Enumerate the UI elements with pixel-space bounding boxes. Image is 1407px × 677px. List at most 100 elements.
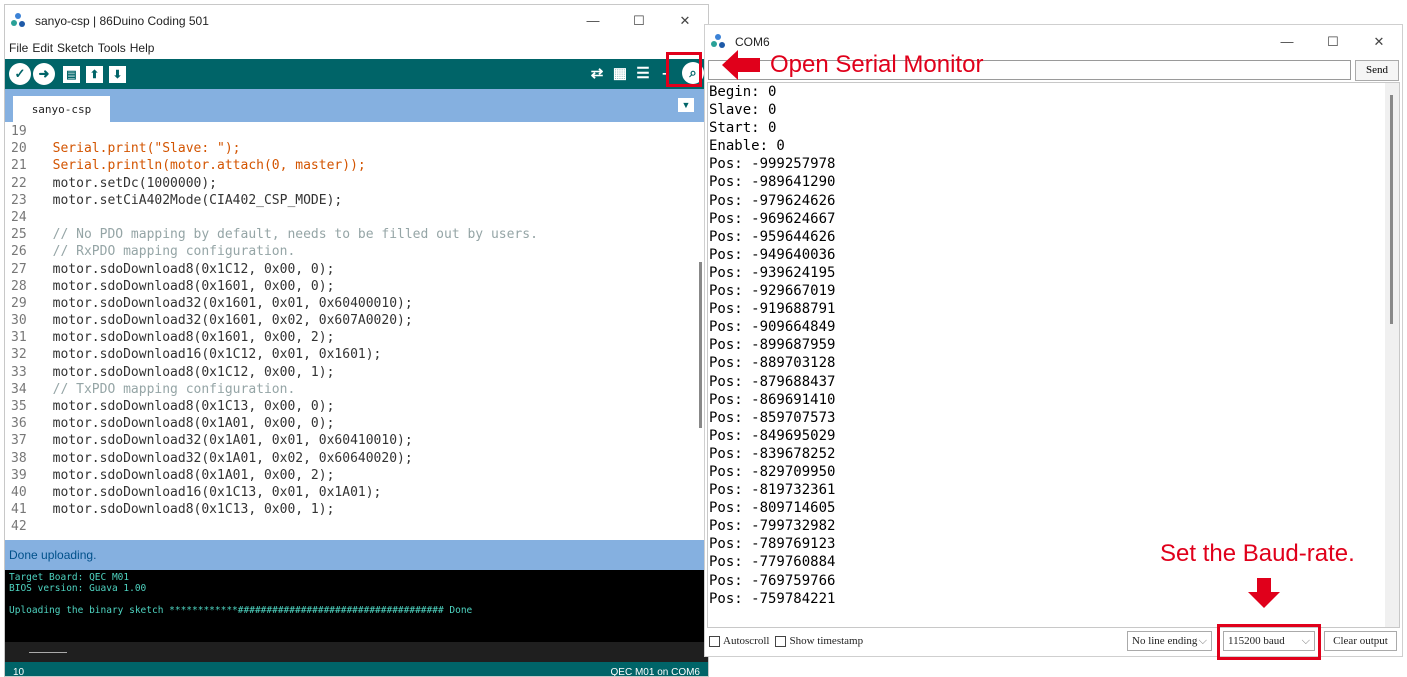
output-line: Pos: -869691410: [708, 391, 1399, 409]
ide-toolbar: ✓ ➜ ▤ ⬆ ⬇ ⇄ ▦ ☰ ⫞ ⌕: [5, 59, 708, 89]
code-text: motor.sdoDownload32(0x1601, 0x01, 0x6040…: [37, 295, 413, 312]
open-serial-label: Open Serial Monitor: [770, 51, 983, 79]
line-number-gutter: 21: [5, 157, 37, 174]
save-download-icon[interactable]: ⬇: [109, 66, 126, 83]
code-line: 38 motor.sdoDownload32(0x1A01, 0x02, 0x6…: [5, 450, 708, 467]
console-line: Uploading the binary sketch ************…: [9, 605, 704, 616]
output-line: Begin: 0: [708, 83, 1399, 101]
code-line: 33 motor.sdoDownload8(0x1C12, 0x00, 1);: [5, 364, 708, 381]
line-number-gutter: 40: [5, 484, 37, 501]
line-number-gutter: 33: [5, 364, 37, 381]
console-scroll-area[interactable]: [5, 642, 708, 662]
code-text: motor.sdoDownload32(0x1A01, 0x01, 0x6041…: [37, 432, 413, 449]
arrow-left-icon: [722, 50, 738, 80]
code-text: motor.sdoDownload8(0x1A01, 0x00, 0);: [37, 415, 334, 432]
code-text: motor.setCiA402Mode(CIA402_CSP_MODE);: [37, 192, 342, 209]
code-editor[interactable]: 1920 Serial.print("Slave: ");21 Serial.p…: [5, 122, 708, 540]
menu-bar: File Edit Sketch Tools Help: [5, 37, 708, 59]
code-line: 27 motor.sdoDownload8(0x1C12, 0x00, 0);: [5, 261, 708, 278]
code-line: 40 motor.sdoDownload16(0x1C13, 0x01, 0x1…: [5, 484, 708, 501]
line-number-gutter: 41: [5, 501, 37, 518]
console-output: Target Board: QEC M01 BIOS version: Guav…: [5, 570, 708, 642]
timestamp-checkbox[interactable]: [775, 636, 786, 647]
com-title: COM6: [735, 35, 770, 49]
console-line: Target Board: QEC M01: [9, 572, 704, 583]
minimize-icon[interactable]: —: [1264, 34, 1310, 50]
send-button[interactable]: Send: [1355, 60, 1399, 81]
menu-edit[interactable]: Edit: [32, 41, 53, 55]
output-line: Pos: -899687959: [708, 336, 1399, 354]
line-number-gutter: 31: [5, 329, 37, 346]
maximize-icon[interactable]: ☐: [1310, 34, 1356, 50]
code-line: 25 // No PDO mapping by default, needs t…: [5, 226, 708, 243]
line-number-gutter: 27: [5, 261, 37, 278]
code-line: 26 // RxPDO mapping configuration.: [5, 243, 708, 260]
verify-check-icon[interactable]: ✓: [9, 63, 31, 85]
line-number-gutter: 36: [5, 415, 37, 432]
code-text: motor.sdoDownload8(0x1C13, 0x00, 0);: [37, 398, 334, 415]
open-upload-icon[interactable]: ⬆: [86, 66, 103, 83]
line-number: 10: [13, 667, 24, 677]
line-number-gutter: 35: [5, 398, 37, 415]
code-text: Serial.print("Slave: ");: [37, 140, 241, 157]
line-ending-select[interactable]: No line ending ⌵: [1127, 631, 1212, 651]
code-line: 37 motor.sdoDownload32(0x1A01, 0x01, 0x6…: [5, 432, 708, 449]
line-number-gutter: 24: [5, 209, 37, 226]
status-message: Done uploading.: [9, 548, 96, 562]
baud-highlight: [1217, 624, 1321, 660]
swap-arrows-icon[interactable]: ⇄: [587, 62, 607, 84]
code-text: // TxPDO mapping configuration.: [37, 381, 295, 398]
line-number-gutter: 38: [5, 450, 37, 467]
upload-arrow-icon[interactable]: ➜: [33, 63, 55, 85]
code-line: 23 motor.setCiA402Mode(CIA402_CSP_MODE);: [5, 192, 708, 209]
line-number-gutter: 37: [5, 432, 37, 449]
menu-file[interactable]: File: [9, 41, 28, 55]
board-port: QEC M01 on COM6: [611, 667, 700, 677]
output-scrollbar[interactable]: [1385, 83, 1399, 627]
output-line: Pos: -959644626: [708, 228, 1399, 246]
line-number-gutter: 32: [5, 346, 37, 363]
code-line: 21 Serial.println(motor.attach(0, master…: [5, 157, 708, 174]
line-number-gutter: 23: [5, 192, 37, 209]
line-number-gutter: 29: [5, 295, 37, 312]
timestamp-label: Show timestamp: [789, 635, 863, 647]
output-line: Pos: -979624626: [708, 192, 1399, 210]
output-line: Pos: -849695029: [708, 427, 1399, 445]
list-icon[interactable]: ☰: [633, 62, 653, 84]
code-line: 28 motor.sdoDownload8(0x1601, 0x00, 0);: [5, 278, 708, 295]
code-text: motor.sdoDownload16(0x1C13, 0x01, 0x1A01…: [37, 484, 381, 501]
close-icon[interactable]: ✕: [662, 13, 708, 29]
new-file-icon[interactable]: ▤: [63, 66, 80, 83]
code-line: 22 motor.setDc(1000000);: [5, 175, 708, 192]
console-line: BIOS version: Guava 1.00: [9, 583, 704, 594]
editor-scrollbar[interactable]: [699, 262, 702, 428]
output-line: Pos: -889703128: [708, 354, 1399, 372]
output-line: Pos: -859707573: [708, 409, 1399, 427]
board-grid-icon[interactable]: ▦: [610, 62, 630, 84]
code-line: 35 motor.sdoDownload8(0x1C13, 0x00, 0);: [5, 398, 708, 415]
tab-sanyo-csp[interactable]: sanyo-csp: [13, 96, 110, 122]
code-line: 39 motor.sdoDownload8(0x1A01, 0x00, 2);: [5, 467, 708, 484]
menu-sketch[interactable]: Sketch: [57, 41, 94, 55]
line-number-gutter: 20: [5, 140, 37, 157]
maximize-icon[interactable]: ☐: [616, 13, 662, 29]
tab-bar: sanyo-csp ▼: [5, 89, 708, 122]
menu-help[interactable]: Help: [130, 41, 155, 55]
menu-tools[interactable]: Tools: [98, 41, 126, 55]
output-line: Pos: -929667019: [708, 282, 1399, 300]
tab-menu-dropdown-icon[interactable]: ▼: [678, 98, 694, 112]
code-line: 31 motor.sdoDownload8(0x1601, 0x00, 2);: [5, 329, 708, 346]
close-icon[interactable]: ✕: [1356, 34, 1402, 50]
code-line: 29 motor.sdoDownload32(0x1601, 0x01, 0x6…: [5, 295, 708, 312]
line-number-gutter: 25: [5, 226, 37, 243]
minimize-icon[interactable]: —: [570, 13, 616, 29]
output-line: Enable: 0: [708, 137, 1399, 155]
output-line: Pos: -909664849: [708, 318, 1399, 336]
output-line: Pos: -809714605: [708, 499, 1399, 517]
output-line: Pos: -969624667: [708, 210, 1399, 228]
output-line: Pos: -769759766: [708, 572, 1399, 590]
arrow-down-icon: [1248, 578, 1280, 608]
clear-output-button[interactable]: Clear output: [1324, 631, 1397, 651]
autoscroll-checkbox[interactable]: [709, 636, 720, 647]
set-baud-label: Set the Baud-rate.: [1160, 540, 1355, 568]
